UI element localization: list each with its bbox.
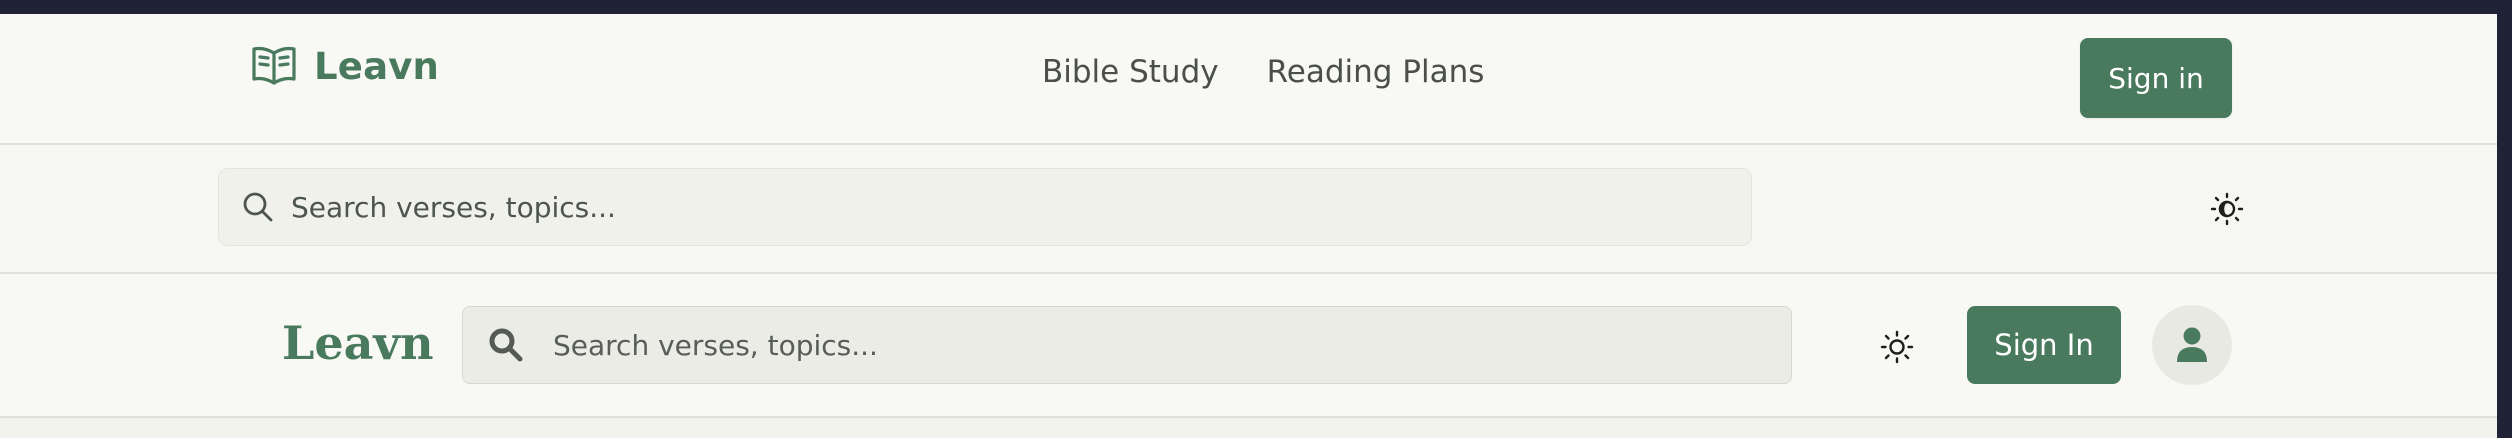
nav-reading-plans[interactable]: Reading Plans [1267, 54, 1485, 90]
user-icon [2175, 326, 2209, 364]
sun-moon-icon[interactable] [2208, 190, 2246, 228]
search-input[interactable]: Search verses, topics... [218, 168, 1752, 246]
brand-name: Leavn [314, 44, 440, 88]
search-placeholder: Search verses, topics... [291, 190, 616, 224]
alt-brand-name[interactable]: Leavn [282, 316, 434, 370]
alt-search-placeholder: Search verses, topics... [553, 328, 878, 362]
search-icon [487, 326, 525, 364]
open-book-icon [250, 43, 298, 89]
nav-bible-study[interactable]: Bible Study [1042, 54, 1219, 90]
sign-in-button[interactable]: Sign in [2080, 38, 2232, 118]
search-icon [241, 190, 275, 224]
page-content-edge [0, 418, 2497, 438]
main-nav: Bible Study Reading Plans [1042, 54, 1484, 90]
brand-logo-link[interactable]: Leavn [250, 40, 439, 92]
window-frame-right [2497, 0, 2512, 438]
sun-icon[interactable] [1878, 328, 1916, 366]
window-frame-top [0, 0, 2512, 14]
alt-sign-in-button[interactable]: Sign In [1967, 306, 2121, 384]
alt-search-input[interactable]: Search verses, topics... [462, 306, 1792, 384]
avatar[interactable] [2152, 305, 2232, 385]
